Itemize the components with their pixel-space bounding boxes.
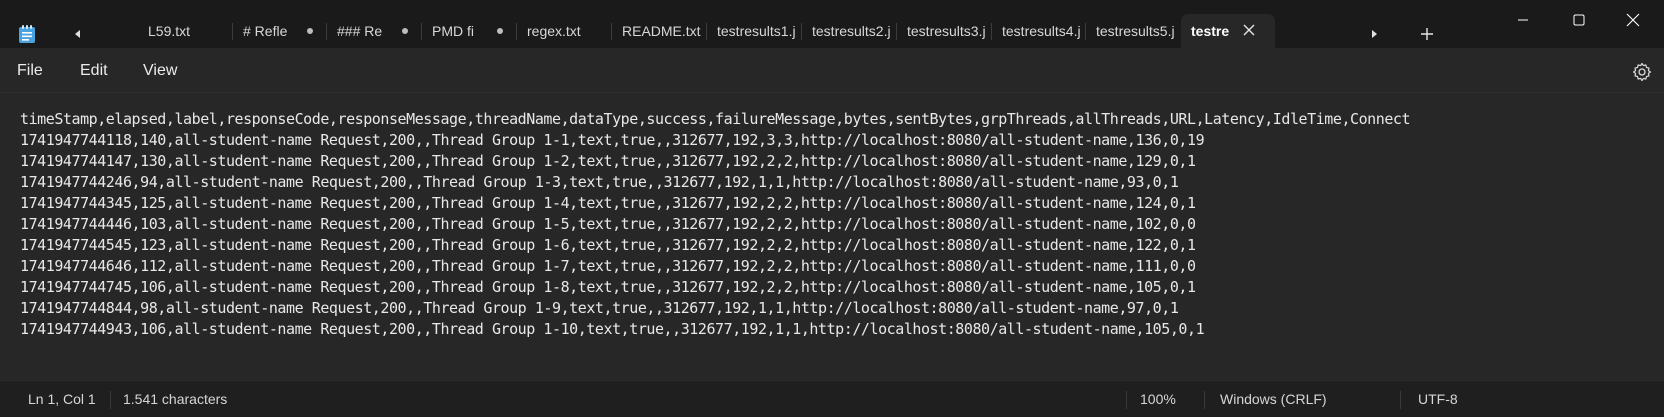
unsaved-dot-icon [402, 28, 408, 34]
tab-testresults1[interactable]: testresults1.j [707, 14, 802, 48]
unsaved-dot-icon [307, 28, 313, 34]
editor-line: 1741947744745,106,all-student-name Reque… [20, 278, 1196, 296]
tab-label: testresults1.j [717, 23, 796, 39]
tab-heading[interactable]: ### Re [327, 14, 422, 48]
menu-bar: File Edit View [0, 48, 1664, 92]
editor-line: 1741947744646,112,all-student-name Reque… [20, 257, 1196, 275]
editor-line: 1741947744446,103,all-student-name Reque… [20, 215, 1196, 233]
tab-pmd[interactable]: PMD fi [422, 14, 517, 48]
chevron-right-icon [1372, 30, 1377, 38]
maximize-button[interactable] [1564, 6, 1594, 34]
editor-line: timeStamp,elapsed,label,responseCode,res… [20, 110, 1411, 128]
tab-label: testresults4.j [1002, 23, 1081, 39]
tab-active-testresults[interactable]: testre [1181, 14, 1275, 48]
encoding[interactable]: UTF-8 [1418, 391, 1458, 407]
status-bar: Ln 1, Col 1 1.541 characters 100% Window… [0, 380, 1664, 417]
editor-line: 1741947744118,140,all-student-name Reque… [20, 131, 1205, 149]
menu-edit[interactable]: Edit [80, 62, 108, 80]
close-icon[interactable] [1241, 22, 1257, 38]
notepad-window: L59.txt # Refle ### Re PMD fi regex.txt … [0, 0, 1664, 417]
scroll-tabs-left-button[interactable] [66, 22, 90, 46]
editor-line: 1741947744147,130,all-student-name Reque… [20, 152, 1196, 170]
tab-strip: L59.txt # Refle ### Re PMD fi regex.txt … [138, 14, 1275, 48]
text-editor[interactable]: timeStamp,elapsed,label,responseCode,res… [0, 92, 1664, 381]
tab-label: ### Re [337, 23, 383, 39]
new-tab-button[interactable] [1415, 22, 1439, 46]
status-separator [1204, 391, 1205, 409]
gear-icon[interactable] [1632, 62, 1652, 82]
close-window-button[interactable] [1618, 6, 1648, 34]
tab-label: README.txt [622, 23, 701, 39]
unsaved-dot-icon [497, 28, 503, 34]
menu-view[interactable]: View [143, 62, 177, 80]
character-count: 1.541 characters [123, 391, 228, 407]
status-separator [1400, 391, 1401, 409]
minimize-icon [1518, 19, 1528, 21]
tab-testresults2[interactable]: testresults2.j [802, 14, 897, 48]
maximize-icon [1573, 14, 1585, 26]
tab-reflection[interactable]: # Refle [233, 14, 327, 48]
zoom-level[interactable]: 100% [1140, 391, 1176, 407]
tab-testresults5[interactable]: testresults5.j [1086, 14, 1181, 48]
scroll-tabs-right-button[interactable] [1362, 22, 1386, 46]
tab-l59[interactable]: L59.txt [138, 14, 233, 48]
tab-regex[interactable]: regex.txt [517, 14, 612, 48]
tab-label: testresults5.j [1096, 23, 1175, 39]
tab-label: testresults3.j [907, 23, 986, 39]
editor-line: 1741947744545,123,all-student-name Reque… [20, 236, 1196, 254]
notepad-icon [19, 25, 35, 43]
status-separator [110, 391, 111, 409]
tab-testresults4[interactable]: testresults4.j [992, 14, 1086, 48]
tab-label: PMD fi [432, 23, 474, 39]
minimize-button[interactable] [1508, 6, 1538, 34]
tab-readme[interactable]: README.txt [612, 14, 707, 48]
chevron-left-icon [75, 30, 80, 38]
editor-line: 1741947744943,106,all-student-name Reque… [20, 320, 1205, 338]
tab-label: regex.txt [527, 23, 581, 39]
title-bar: L59.txt # Refle ### Re PMD fi regex.txt … [0, 0, 1664, 48]
tab-label: testre [1191, 23, 1230, 39]
tab-label: L59.txt [148, 23, 191, 39]
cursor-position[interactable]: Ln 1, Col 1 [28, 391, 96, 407]
close-icon [1626, 13, 1640, 27]
menu-file[interactable]: File [17, 62, 43, 80]
tab-label: # Refle [243, 23, 288, 39]
editor-line: 1741947744844,98,all-student-name Reques… [20, 299, 1179, 317]
tab-testresults3[interactable]: testresults3.j [897, 14, 992, 48]
plus-icon [1421, 28, 1433, 40]
editor-line: 1741947744345,125,all-student-name Reque… [20, 194, 1196, 212]
line-ending[interactable]: Windows (CRLF) [1220, 391, 1327, 407]
tab-label: testresults2.j [812, 23, 891, 39]
editor-line: 1741947744246,94,all-student-name Reques… [20, 173, 1179, 191]
status-separator [1126, 391, 1127, 409]
